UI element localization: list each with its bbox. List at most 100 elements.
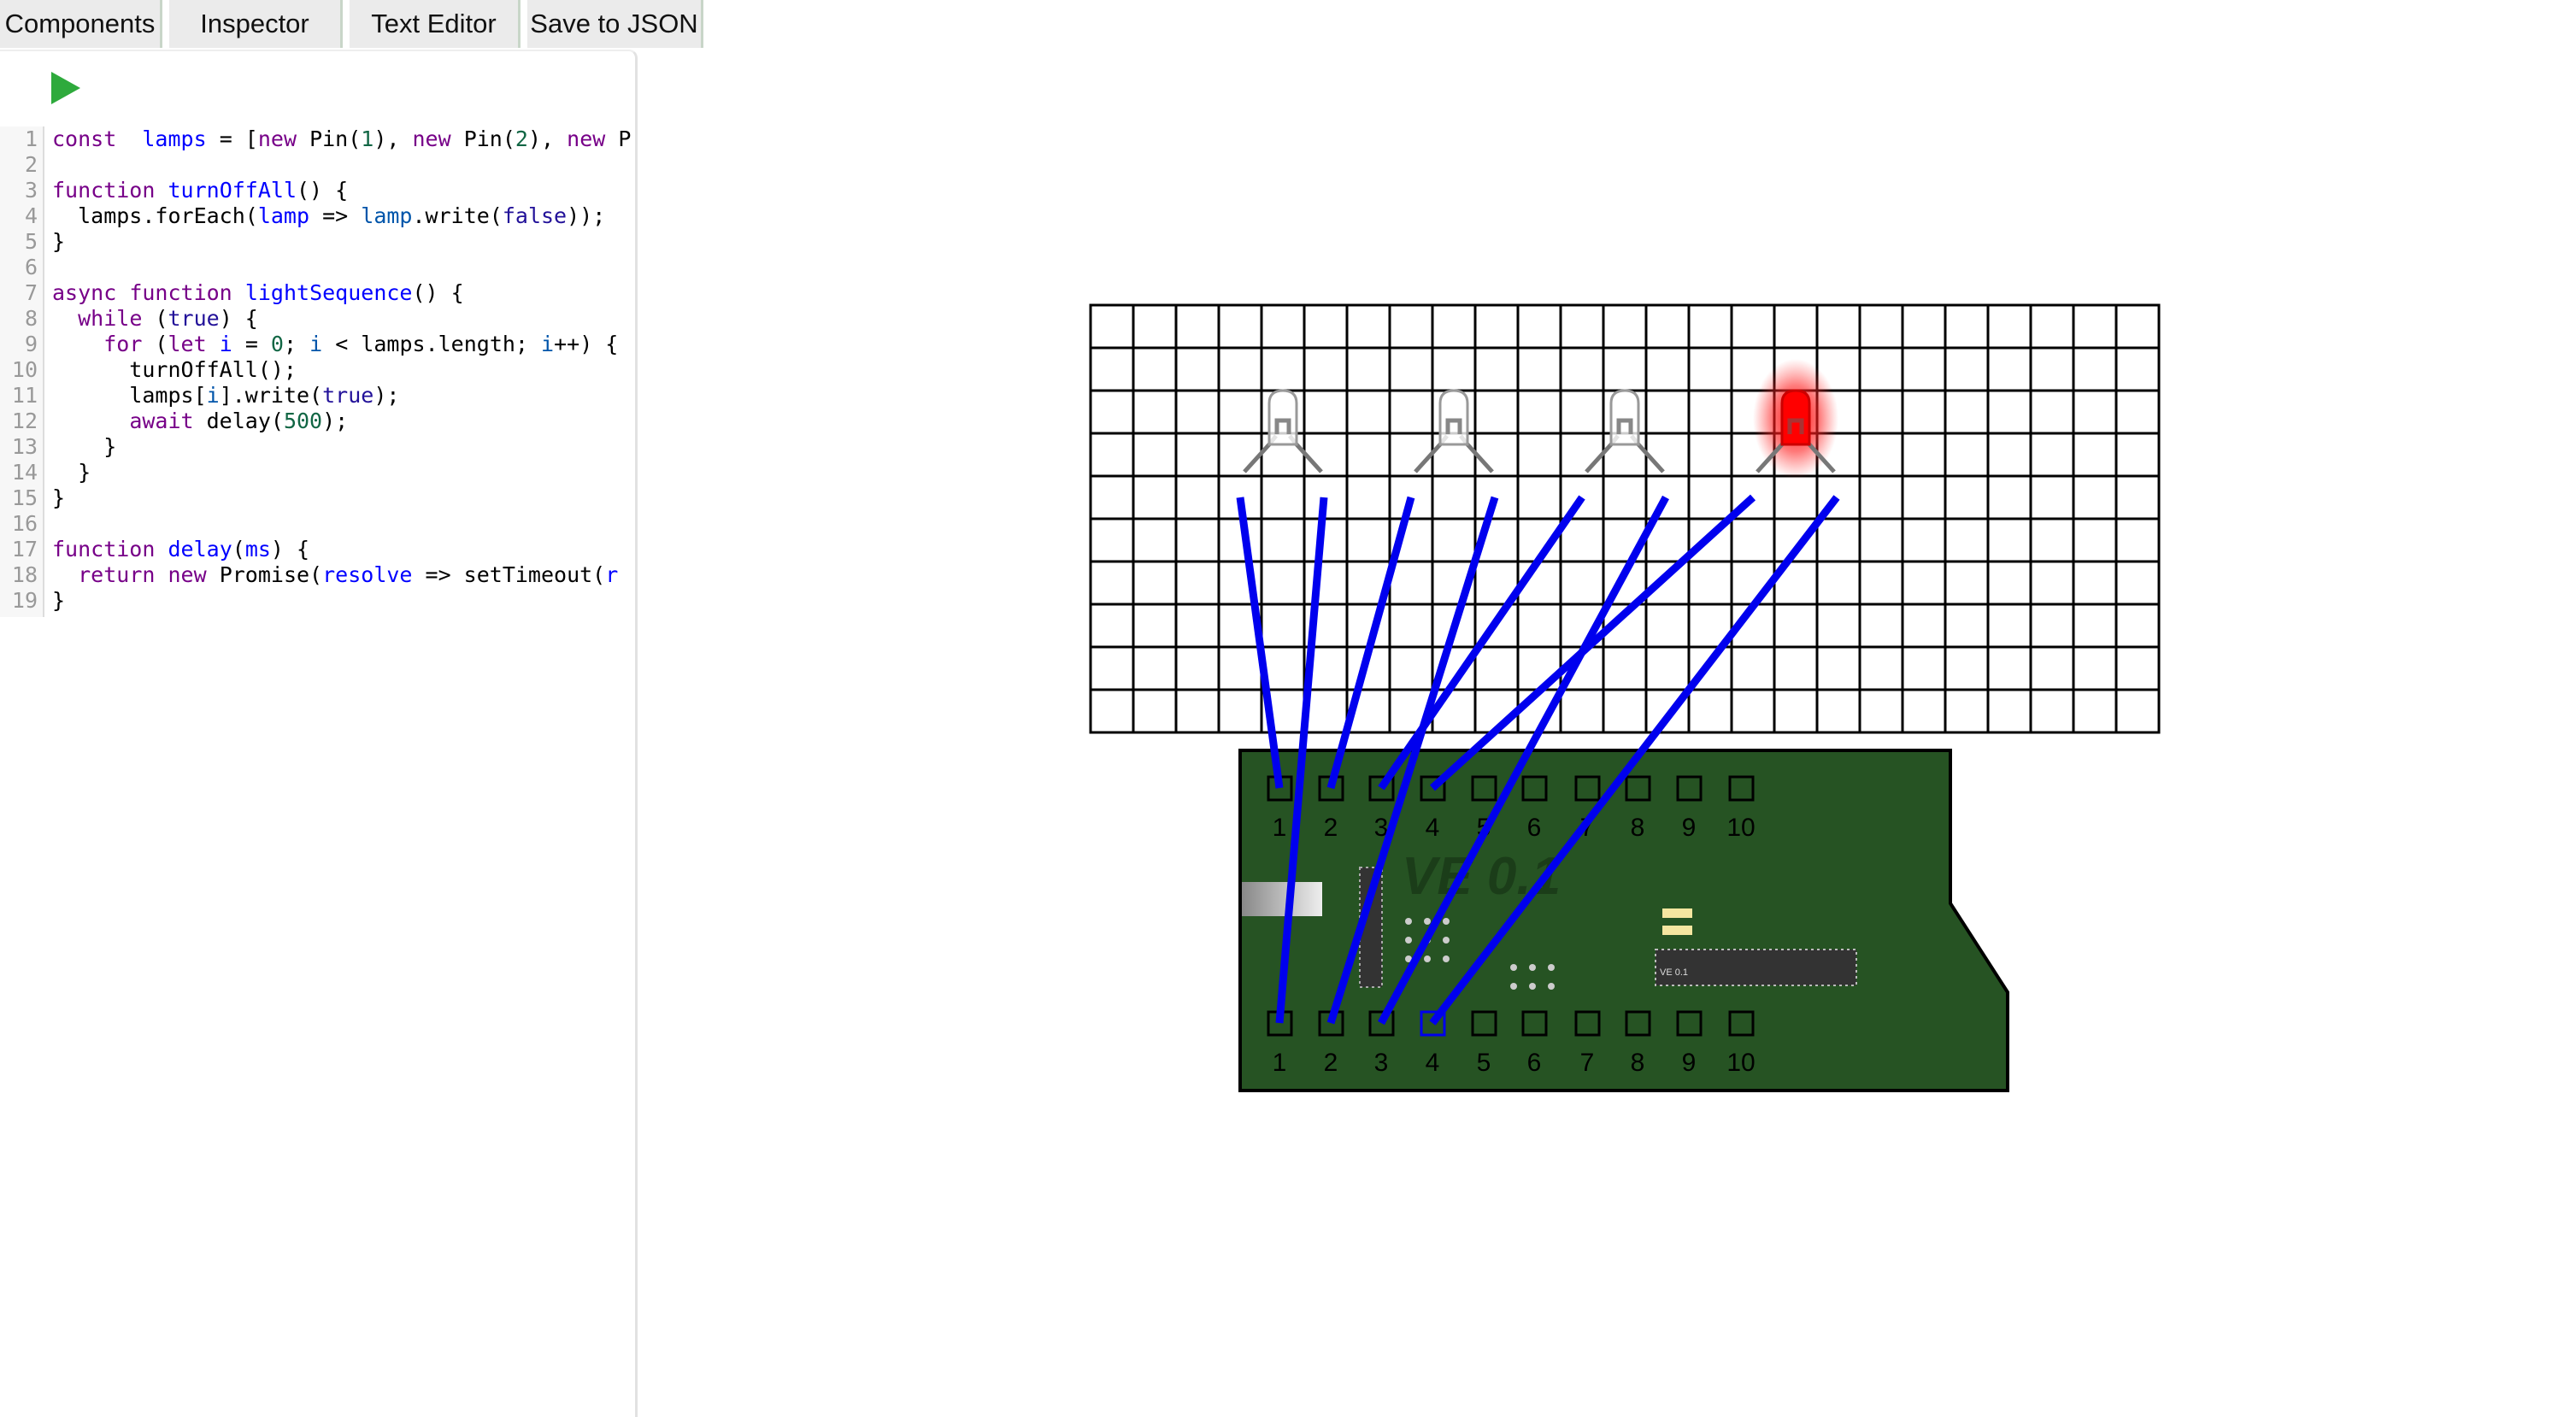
led-leg-right (1630, 434, 1665, 473)
bottom-pin-3[interactable] (1368, 1010, 1395, 1037)
microcontroller-board[interactable]: VE 0.1 VE 0.1 1 2 3 4 5 6 7 8 9 10 1 2 3 4 5 6 7 8 9 10 (1238, 749, 2009, 1092)
led-leg-left (1585, 434, 1620, 473)
code-line[interactable]: 20 (0, 614, 635, 617)
code-text: turnOffAll(); (52, 357, 297, 382)
play-icon[interactable] (51, 72, 80, 104)
code-line[interactable]: 5} (0, 229, 635, 255)
code-line[interactable]: 14 } (0, 460, 635, 485)
pad-dot (1548, 964, 1555, 971)
led-leg-right (1288, 434, 1323, 473)
top-pin-label: 6 (1527, 814, 1542, 842)
code-line[interactable]: 3 function turnOffAll() { (0, 178, 635, 203)
wire[interactable] (1326, 496, 1415, 790)
line-number: 4 (24, 203, 38, 228)
tab-components[interactable]: Components (0, 0, 162, 48)
code-text: await delay(500); (129, 409, 349, 433)
code-line[interactable]: 2 (0, 152, 635, 178)
led-leg-right (1801, 434, 1836, 473)
pad-dot (1424, 937, 1431, 944)
code-text: function turnOffAll() { (52, 178, 349, 203)
bottom-pin-label: 2 (1324, 1049, 1338, 1077)
top-pin-3[interactable] (1368, 775, 1395, 802)
code-line[interactable]: 19} (0, 588, 635, 614)
code-line[interactable]: 9 for (let i = 0; i < lamps.length; i++)… (0, 332, 635, 357)
bottom-pin-label: 10 (1726, 1049, 1755, 1077)
bottom-pin-7[interactable] (1574, 1010, 1601, 1037)
code-line[interactable]: 10 turnOffAll(); (0, 357, 635, 383)
led-anode-icon (1616, 418, 1633, 434)
line-number: 9 (24, 332, 38, 356)
board-label: VE 0.1 (1402, 847, 1561, 906)
pad-dot (1510, 983, 1517, 990)
code-line[interactable]: 1 const lamps = [new Pin(1), new Pin(2), … (0, 126, 635, 152)
bottom-pin-10[interactable] (1728, 1010, 1755, 1037)
wire[interactable] (1429, 494, 1756, 791)
code-text: lamps.forEach(lamp => lamp.write(false))… (52, 203, 606, 228)
line-number: 5 (24, 229, 38, 254)
indicator-led (1662, 908, 1692, 918)
line-number: 2 (24, 152, 38, 177)
bottom-pin-1[interactable] (1267, 1010, 1293, 1037)
code-editor[interactable]: 1 const lamps = [new Pin(1), new Pin(2), … (0, 126, 635, 617)
indicator-led (1662, 926, 1692, 935)
tab-save-to-json[interactable]: Save to JSON (527, 0, 703, 48)
line-number: 16 (11, 511, 38, 536)
led-anode-icon (1274, 418, 1291, 434)
bottom-pin-6[interactable] (1521, 1010, 1548, 1037)
top-pin-label: 2 (1324, 814, 1338, 842)
wire[interactable] (1236, 497, 1284, 789)
wire[interactable] (1429, 495, 1840, 1026)
code-line[interactable]: 12 await delay(500); (0, 409, 635, 434)
code-line[interactable]: 16 (0, 511, 635, 537)
code-line[interactable]: 15} (0, 485, 635, 511)
bottom-pin-label: 3 (1374, 1049, 1389, 1077)
line-number: 18 (11, 562, 38, 587)
code-line[interactable]: 4 lamps.forEach(lamp => lamp.write(false… (0, 203, 635, 229)
led-glow (1753, 359, 1838, 479)
tab-text-editor[interactable]: Text Editor (350, 0, 520, 48)
bottom-pin-5[interactable] (1471, 1010, 1497, 1037)
code-text: lamps[i].write(true); (52, 383, 400, 408)
code-line[interactable]: 18 return new Promise(resolve => setTime… (0, 562, 635, 588)
bottom-pin-8[interactable] (1625, 1010, 1651, 1037)
led-leg-left (1756, 434, 1791, 473)
text-editor-panel: 1 const lamps = [new Pin(1), new Pin(2), … (0, 50, 638, 1417)
pad-dot (1548, 983, 1555, 990)
led-1[interactable] (1243, 389, 1323, 473)
code-text: const lamps = [new Pin(1), new Pin(2), n… (52, 126, 632, 151)
top-pin-4[interactable] (1420, 775, 1446, 802)
top-pin-6[interactable] (1521, 775, 1548, 802)
code-line[interactable]: 7 async function lightSequence() { (0, 280, 635, 306)
top-pin-9[interactable] (1676, 775, 1703, 802)
line-number: 13 (11, 434, 38, 459)
top-pin-10[interactable] (1728, 775, 1755, 802)
wire[interactable] (1275, 497, 1328, 1024)
led-2[interactable] (1414, 389, 1494, 473)
led-leg-right (1459, 434, 1494, 473)
led-4[interactable] (1753, 359, 1838, 479)
bottom-pin-label: 8 (1631, 1049, 1645, 1077)
bottom-pin-4[interactable] (1420, 1010, 1446, 1037)
top-pin-5[interactable] (1471, 775, 1497, 802)
tab-inspector[interactable]: Inspector (169, 0, 343, 48)
code-line[interactable]: 6 (0, 255, 635, 280)
line-number: 1 (24, 126, 38, 151)
board-outline (1238, 749, 2009, 1092)
code-text: } (52, 229, 66, 254)
code-line[interactable]: 8 while (true) { (0, 306, 635, 332)
code-line[interactable]: 13 } (0, 434, 635, 460)
wire[interactable] (1378, 495, 1585, 791)
pad-dot (1424, 918, 1431, 925)
code-line[interactable]: 17 function delay(ms) { (0, 537, 635, 562)
wire[interactable] (1326, 496, 1499, 1025)
led-3[interactable] (1585, 389, 1665, 473)
wire[interactable] (1378, 495, 1669, 1026)
top-pin-2[interactable] (1318, 775, 1344, 802)
top-pin-1[interactable] (1267, 775, 1293, 802)
bottom-pin-9[interactable] (1676, 1010, 1703, 1037)
bottom-pin-2[interactable] (1318, 1010, 1344, 1037)
top-pin-7[interactable] (1574, 775, 1601, 802)
code-line[interactable]: 11 lamps[i].write(true); (0, 383, 635, 409)
pad-dot (1510, 964, 1517, 971)
top-pin-8[interactable] (1625, 775, 1651, 802)
